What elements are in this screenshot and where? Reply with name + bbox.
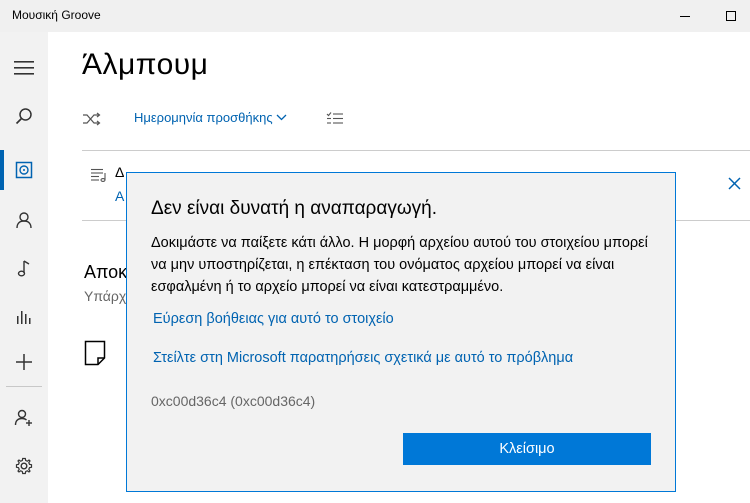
sidebar-item-settings[interactable] [0, 442, 48, 490]
dialog-message: Δοκιμάστε να παίξετε κάτι άλλο. Η μορφή … [151, 235, 648, 295]
maximize-icon [726, 11, 736, 21]
select-items-icon[interactable] [326, 111, 344, 127]
page-title: Άλμπουμ [82, 48, 209, 81]
now-playing-icon [17, 311, 31, 324]
sidebar [0, 32, 48, 503]
minimize-icon [680, 15, 690, 17]
dialog-title: Δεν είναι δυνατή η αναπαραγωγή. [151, 198, 438, 219]
hamburger-menu-button[interactable] [0, 44, 48, 92]
sort-dropdown-label: Ημερομηνία προσθήκης [134, 110, 273, 125]
artist-icon [16, 212, 32, 229]
banner-top-divider [82, 150, 750, 151]
sidebar-item-new-playlist[interactable] [0, 338, 48, 386]
shuffle-icon[interactable] [82, 111, 102, 127]
file-icon [84, 340, 106, 366]
error-dialog: Δεν είναι δυνατή η αναπαραγωγή. Δοκιμάστ… [126, 172, 676, 492]
search-icon [15, 108, 32, 125]
my-music-icon [15, 161, 33, 179]
gear-icon [15, 457, 33, 475]
maximize-button[interactable] [708, 0, 750, 32]
error-code: 0xc00d36c4 (0xc00d36c4) [151, 393, 316, 409]
chevron-down-icon [276, 114, 287, 121]
sidebar-item-now-playing[interactable] [0, 292, 48, 340]
minimize-button[interactable] [662, 0, 708, 32]
close-button[interactable]: Κλείσιμο [403, 433, 651, 465]
close-icon[interactable] [728, 177, 741, 190]
sidebar-item-account[interactable] [0, 394, 48, 442]
app-title: Μουσική Groove [12, 8, 101, 22]
feedback-link[interactable]: Στείλτε στη Microsoft παρατηρήσεις σχετι… [153, 350, 573, 366]
title-bar: Μουσική Groove [0, 0, 750, 32]
add-user-icon [14, 409, 32, 426]
sidebar-item-artists[interactable] [0, 196, 48, 244]
sidebar-item-my-music[interactable] [0, 146, 48, 194]
help-link[interactable]: Εύρεση βοήθειας για αυτό το στοιχείο [153, 311, 394, 327]
playlist-icon [91, 168, 106, 182]
sidebar-item-music[interactable] [0, 244, 48, 292]
hamburger-icon [14, 61, 34, 75]
sidebar-item-search[interactable] [0, 92, 48, 140]
plus-icon [16, 354, 32, 370]
sort-dropdown[interactable]: Ημερομηνία προσθήκης [134, 110, 287, 125]
sidebar-divider [6, 386, 42, 387]
music-note-icon [17, 260, 30, 277]
